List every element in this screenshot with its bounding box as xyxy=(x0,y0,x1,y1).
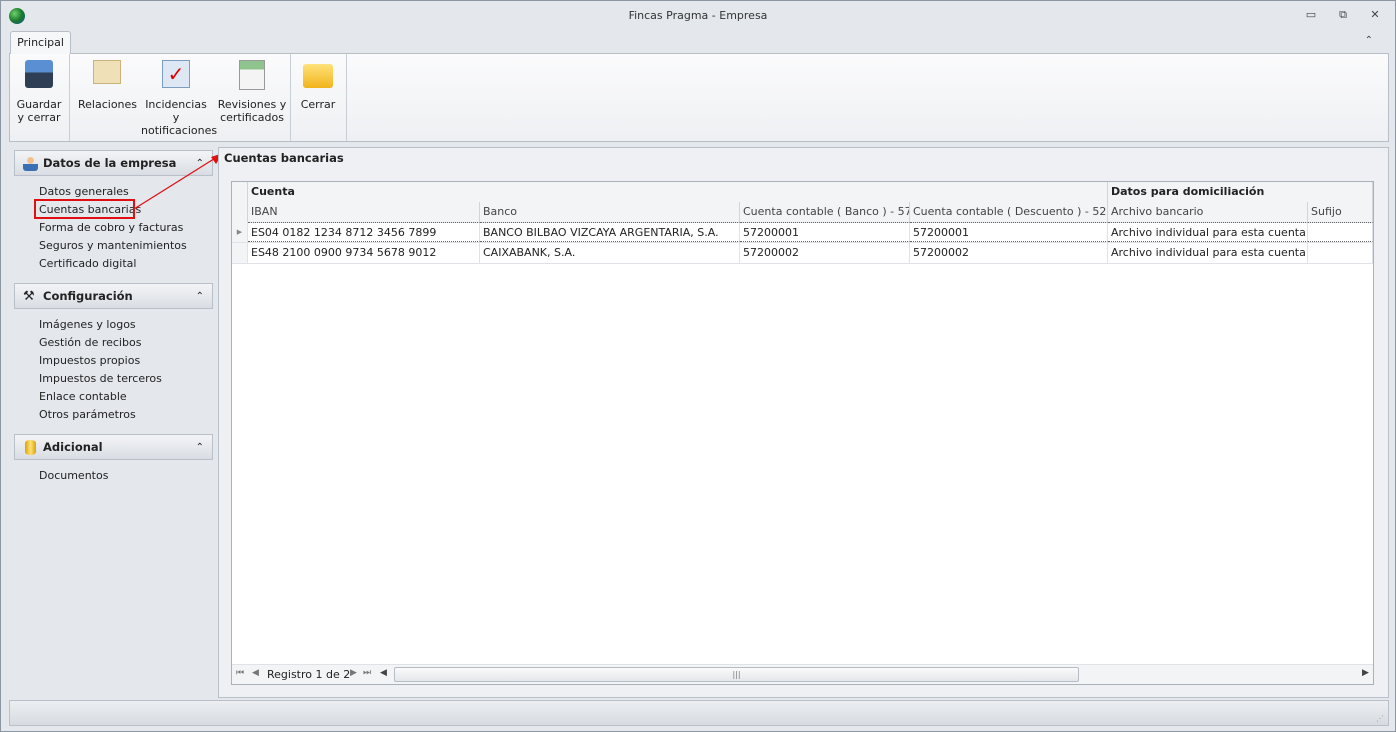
revisiones-button[interactable]: Revisiones y certificados xyxy=(216,60,288,124)
column-header-row: IBAN Banco Cuenta contable ( Banco ) - 572… xyxy=(232,202,1373,223)
cell-banco[interactable]: CAIXABANK, S.A. xyxy=(480,243,740,263)
label: y cerrar xyxy=(17,111,61,124)
close-button[interactable]: ✕ xyxy=(1365,7,1385,23)
label: Cerrar xyxy=(300,98,336,111)
next-record-icon[interactable]: ▶ xyxy=(350,668,357,678)
bank-accounts-grid: Cuenta Datos para domiciliación IBAN Banc… xyxy=(231,181,1374,685)
cell-iban[interactable]: ES04 0182 1234 8712 3456 7899 xyxy=(248,222,480,242)
cell-sufijo[interactable] xyxy=(1308,243,1373,263)
scroll-left-icon[interactable]: ◀ xyxy=(380,668,387,678)
column-header-banco[interactable]: Banco xyxy=(480,202,740,222)
label: Incidencias y xyxy=(145,98,207,124)
minimize-button[interactable]: ▭ xyxy=(1301,7,1321,23)
cell-cuenta-descuento[interactable]: 57200002 xyxy=(910,243,1108,263)
window-title: Fincas Pragma - Empresa xyxy=(628,9,768,22)
annotation-arrow xyxy=(133,153,223,210)
collapse-ribbon-button[interactable]: ⌃ xyxy=(1365,35,1373,46)
app-globe-icon xyxy=(9,8,25,24)
column-header-archivo-bancario[interactable]: Archivo bancario xyxy=(1108,202,1308,222)
cell-banco[interactable]: BANCO BILBAO VIZCAYA ARGENTARIA, S.A. xyxy=(480,222,740,242)
column-header-sufijo[interactable]: Sufijo xyxy=(1308,202,1373,222)
resize-grip-icon[interactable]: ⋰ xyxy=(1376,714,1384,723)
label: Relaciones xyxy=(78,98,138,111)
user-icon xyxy=(23,156,38,171)
band-cuenta: Cuenta xyxy=(248,182,1108,202)
table-row[interactable]: ES48 2100 0900 9734 5678 9012 CAIXABANK, … xyxy=(232,243,1373,264)
cell-sufijo[interactable] xyxy=(1308,222,1373,242)
cell-iban[interactable]: ES48 2100 0900 9734 5678 9012 xyxy=(248,243,480,263)
section-configuracion[interactable]: ⚒ Configuración ⌃ xyxy=(14,283,213,309)
section-title: Configuración xyxy=(43,289,133,303)
column-header-cuenta-banco[interactable]: Cuenta contable ( Banco ) - 572 xyxy=(740,202,910,222)
section-title: Adicional xyxy=(43,440,103,454)
chevron-up-icon[interactable]: ⌃ xyxy=(196,284,204,309)
indicator-cell xyxy=(232,202,248,222)
cell-cuenta-banco[interactable]: 57200001 xyxy=(740,222,910,242)
label: Revisiones y xyxy=(217,98,287,111)
indicator-cell xyxy=(232,182,248,202)
title-bar: Fincas Pragma - Empresa ▭ ⧉ ✕ xyxy=(1,1,1395,31)
band-header-row: Cuenta Datos para domiciliación xyxy=(232,182,1373,203)
cerrar-button[interactable]: Cerrar xyxy=(296,60,340,111)
column-header-iban[interactable]: IBAN xyxy=(248,202,480,222)
row-indicator xyxy=(232,243,248,263)
column-header-cuenta-descuento[interactable]: Cuenta contable ( Descuento ) - 5208 xyxy=(910,202,1108,222)
incidencias-button[interactable]: ✓ Incidencias y notificaciones xyxy=(141,60,218,137)
label: Guardar xyxy=(16,98,62,111)
window: Fincas Pragma - Empresa ▭ ⧉ ✕ Principal … xyxy=(0,0,1396,732)
prev-record-icon[interactable]: ◀ xyxy=(252,668,259,678)
nav-recibos[interactable]: Gestión de recibos xyxy=(39,334,213,352)
label: notificaciones xyxy=(141,124,218,137)
chevron-up-icon[interactable]: ⌃ xyxy=(196,435,204,460)
scroll-right-icon[interactable]: ▶ xyxy=(1362,668,1369,678)
restore-button[interactable]: ⧉ xyxy=(1333,7,1353,23)
nav-seguros[interactable]: Seguros y mantenimientos xyxy=(39,237,213,255)
band-domiciliacion: Datos para domiciliación xyxy=(1108,182,1373,202)
nav-imagenes[interactable]: Imágenes y logos xyxy=(39,316,213,334)
mail-checkmark-icon: ✓ xyxy=(162,60,190,88)
cell-archivo-bancario[interactable]: Archivo individual para esta cuenta xyxy=(1108,222,1308,242)
horizontal-scrollbar-thumb[interactable]: ||| xyxy=(394,667,1079,682)
database-icon xyxy=(25,440,36,455)
save-and-close-button[interactable]: Guardar y cerrar xyxy=(14,60,64,124)
tools-icon: ⚒ xyxy=(23,289,35,304)
nav-enlace-contable[interactable]: Enlace contable xyxy=(39,388,213,406)
nav-impuestos-propios[interactable]: Impuestos propios xyxy=(39,352,213,370)
contact-cards-icon xyxy=(93,60,121,84)
nav-forma-cobro[interactable]: Forma de cobro y facturas xyxy=(39,219,213,237)
nav-certificado[interactable]: Certificado digital xyxy=(39,255,213,273)
status-bar: ⋰ xyxy=(9,700,1389,726)
cell-cuenta-descuento[interactable]: 57200001 xyxy=(910,222,1108,242)
content-title: Cuentas bancarias xyxy=(224,151,344,165)
table-row[interactable]: ▶ ES04 0182 1234 8712 3456 7899 BANCO BILB… xyxy=(232,222,1373,243)
nav-otros-parametros[interactable]: Otros parámetros xyxy=(39,406,213,424)
ribbon: Guardar y cerrar Relaciones ✓ Incidencias… xyxy=(9,53,1389,142)
record-counter: Registro 1 de 2 xyxy=(267,668,351,681)
cell-cuenta-banco[interactable]: 57200002 xyxy=(740,243,910,263)
cell-archivo-bancario[interactable]: Archivo individual para esta cuenta xyxy=(1108,243,1308,263)
row-indicator: ▶ xyxy=(232,222,248,242)
relaciones-button[interactable]: Relaciones xyxy=(78,60,138,111)
label: certificados xyxy=(220,111,284,124)
floppy-disk-icon xyxy=(25,60,53,88)
last-record-icon[interactable]: ⏭ xyxy=(363,668,371,678)
nav-impuestos-terceros[interactable]: Impuestos de terceros xyxy=(39,370,213,388)
content-panel: Cuentas bancarias Cuenta Datos para domi… xyxy=(218,147,1389,698)
section-adicional[interactable]: Adicional ⌃ xyxy=(14,434,213,460)
folder-arrow-icon xyxy=(303,64,333,88)
first-record-icon[interactable]: ⏮ xyxy=(236,668,244,678)
highlight-box xyxy=(34,199,135,219)
tab-principal[interactable]: Principal xyxy=(10,31,71,54)
grid-navigator: ⏮ ◀ Registro 1 de 2 ▶ ⏭ ◀ ||| ▶ xyxy=(232,664,1373,684)
nav-documentos[interactable]: Documentos xyxy=(39,467,213,485)
document-bell-icon xyxy=(239,60,265,90)
